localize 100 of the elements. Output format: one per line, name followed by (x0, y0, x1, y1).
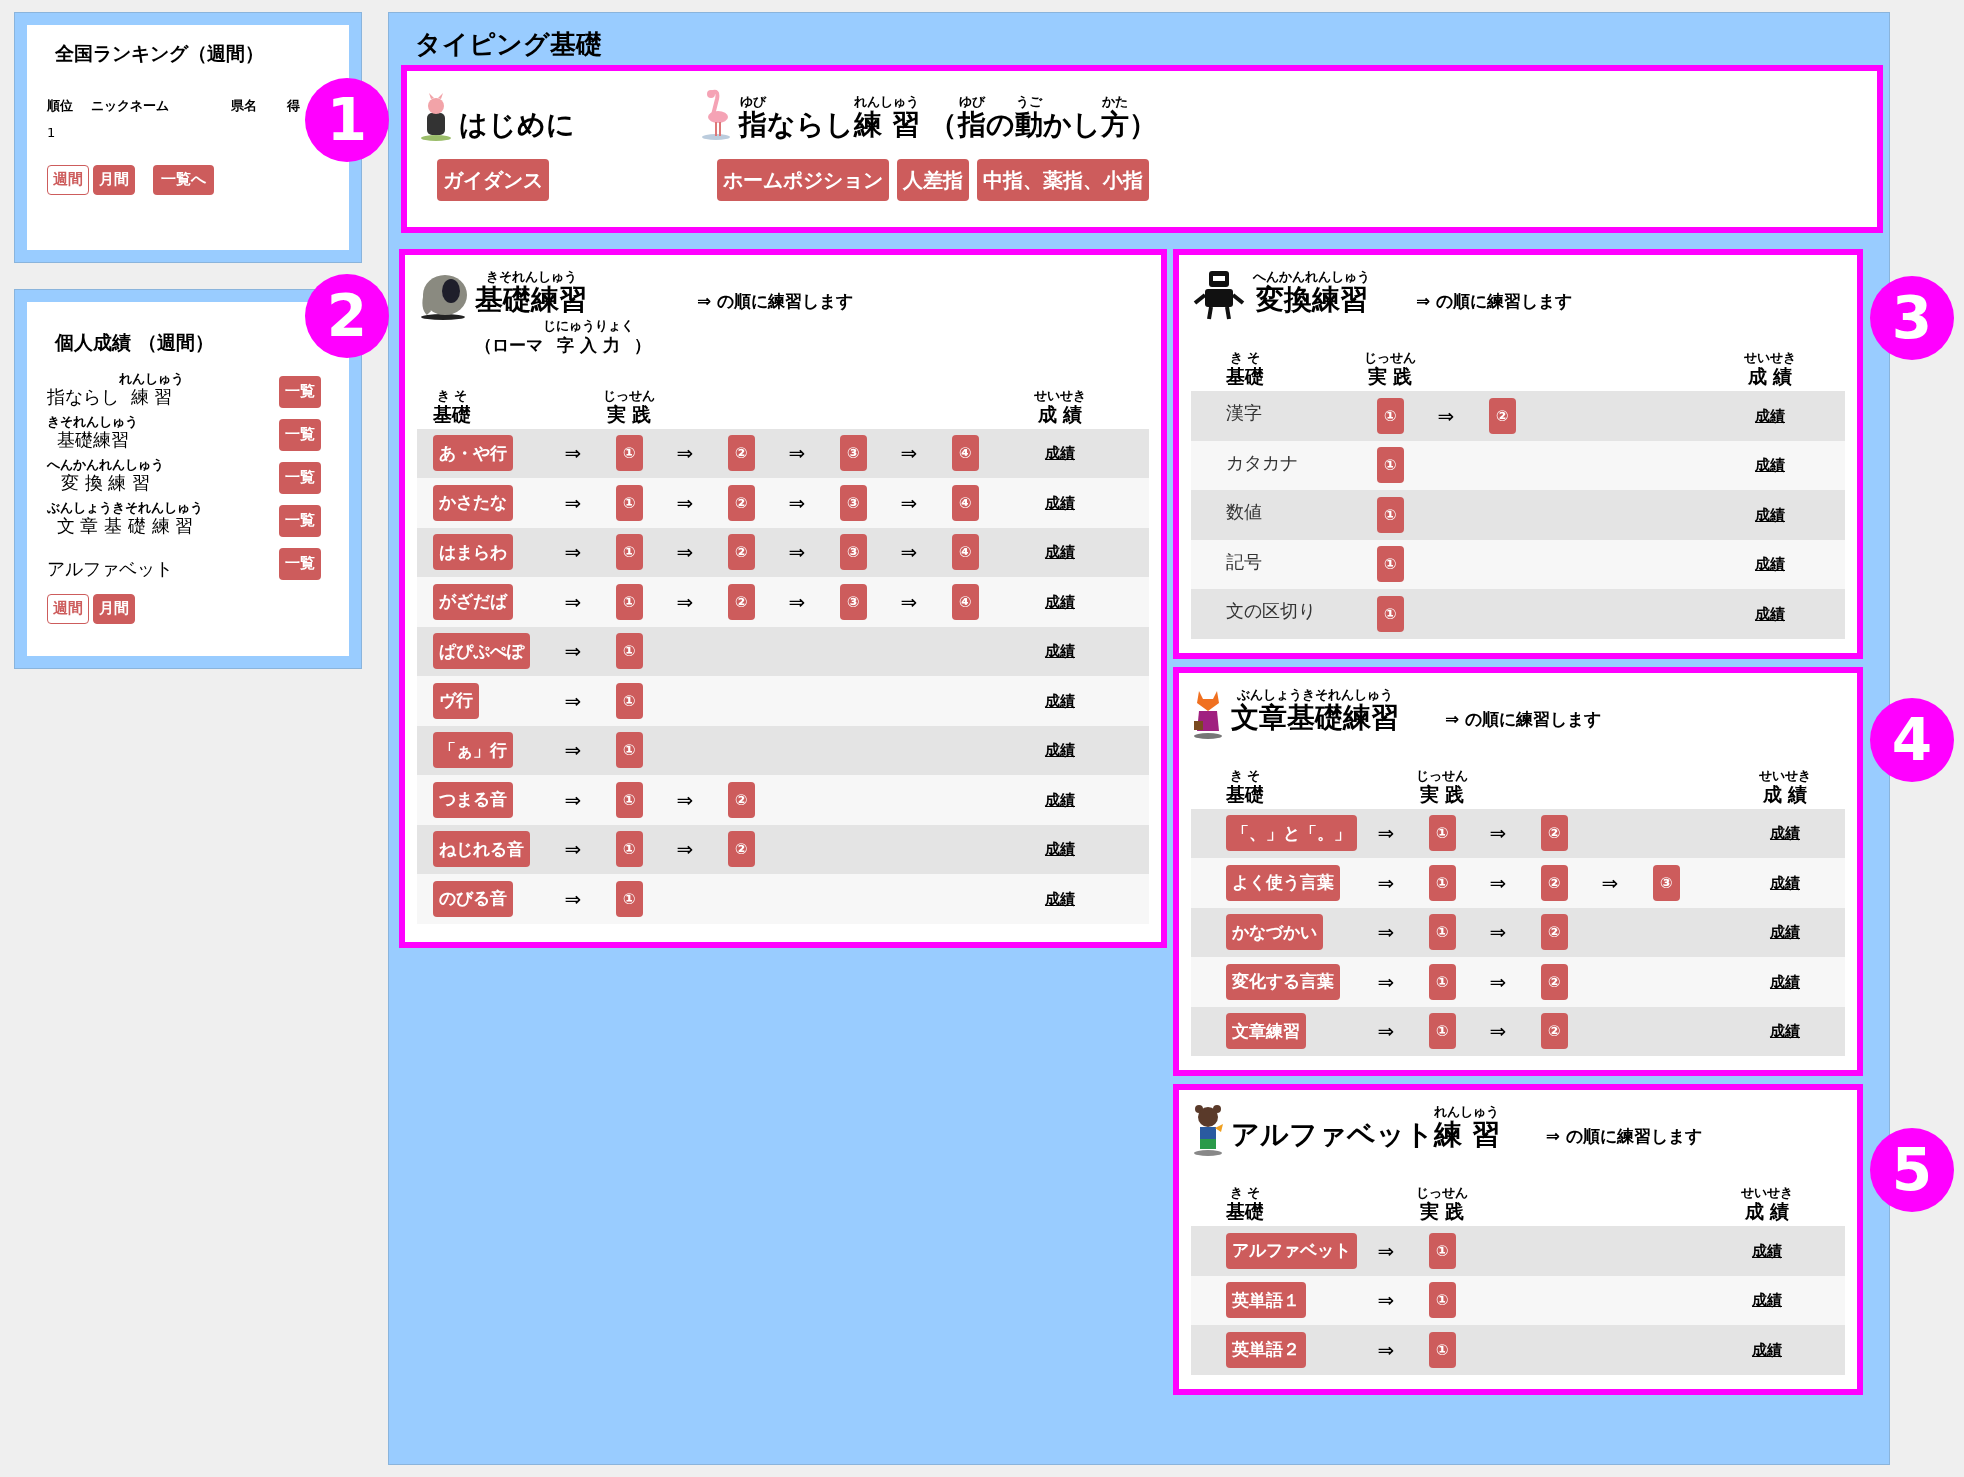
results-link[interactable]: 成績 (1770, 921, 1800, 944)
results-link[interactable]: 成績 (1045, 838, 1075, 861)
step-button[interactable]: ① (615, 880, 643, 917)
step-button[interactable]: ① (1376, 496, 1404, 533)
step-button[interactable]: ② (727, 781, 755, 818)
step-button[interactable]: ② (727, 484, 755, 521)
lesson-button[interactable]: 中指、薬指、小指 (977, 159, 1149, 201)
step-button[interactable]: ① (1428, 1013, 1456, 1050)
step-button[interactable]: ② (727, 435, 755, 472)
step-button[interactable]: ② (1540, 864, 1568, 901)
step-button[interactable]: ① (1428, 815, 1456, 852)
step-button[interactable]: ④ (951, 484, 979, 521)
step-button[interactable]: ④ (951, 534, 979, 571)
step-button[interactable]: ① (615, 484, 643, 521)
step-button[interactable]: ① (1428, 1282, 1456, 1319)
results-link[interactable]: 成績 (1755, 454, 1785, 477)
step-button[interactable]: ① (615, 781, 643, 818)
results-link[interactable]: 成績 (1752, 1239, 1782, 1262)
step-button[interactable]: ② (727, 583, 755, 620)
lesson-button[interactable]: ぱぴぷぺぽ (433, 633, 530, 670)
lesson-button[interactable]: ヴ行 (433, 682, 479, 719)
lesson-button[interactable]: あ・や行 (433, 435, 513, 472)
results-link[interactable]: 成績 (1755, 553, 1785, 576)
results-link[interactable]: 成績 (1045, 491, 1075, 514)
step-button[interactable]: ① (615, 831, 643, 868)
results-link[interactable]: 成績 (1045, 887, 1075, 910)
step-button[interactable]: ① (1428, 914, 1456, 951)
step-button[interactable]: ① (615, 682, 643, 719)
lesson-button[interactable]: 英単語２ (1226, 1331, 1306, 1368)
step-button[interactable]: ① (1376, 595, 1404, 632)
lesson-button[interactable]: つまる音 (433, 781, 513, 818)
step-button[interactable]: ① (615, 732, 643, 769)
step-button[interactable]: ① (1376, 397, 1404, 434)
results-link[interactable]: 成績 (1752, 1289, 1782, 1312)
step-button[interactable]: ③ (839, 583, 867, 620)
step-button[interactable]: ④ (951, 435, 979, 472)
step-button[interactable]: ② (1488, 397, 1516, 434)
step-button[interactable]: ① (615, 435, 643, 472)
lesson-button[interactable]: のびる音 (433, 880, 513, 917)
results-link[interactable]: 成績 (1770, 871, 1800, 894)
step-button[interactable]: ① (615, 583, 643, 620)
lesson-button[interactable]: よく使う言葉 (1226, 864, 1340, 901)
step-button[interactable]: ② (1540, 815, 1568, 852)
period-button[interactable]: 週間 (47, 593, 89, 624)
list-button[interactable]: 一覧へ (153, 164, 214, 195)
results-link[interactable]: 成績 (1045, 541, 1075, 564)
step-button[interactable]: ① (1428, 963, 1456, 1000)
step-button[interactable]: ③ (839, 484, 867, 521)
list-button[interactable]: 一覧 (279, 375, 321, 408)
step-button[interactable]: ② (1540, 963, 1568, 1000)
step-button[interactable]: ④ (951, 583, 979, 620)
lesson-button[interactable]: ホームポジション (717, 159, 889, 201)
step-button[interactable]: ② (727, 831, 755, 868)
step-button[interactable]: ① (1428, 1331, 1456, 1368)
lesson-button[interactable]: ねじれる音 (433, 831, 530, 868)
results-link[interactable]: 成績 (1755, 404, 1785, 427)
lesson-button[interactable]: はまらわ (433, 534, 513, 571)
list-button[interactable]: 一覧 (279, 547, 321, 580)
results-link[interactable]: 成績 (1045, 788, 1075, 811)
lesson-button[interactable]: 人差指 (897, 159, 969, 201)
results-link[interactable]: 成績 (1770, 970, 1800, 993)
lesson-button[interactable]: かなづかい (1226, 914, 1323, 951)
step-button[interactable]: ① (1376, 546, 1404, 583)
list-button[interactable]: 一覧 (279, 504, 321, 537)
lesson-button[interactable]: 「ぁ」行 (433, 732, 513, 769)
lesson-button[interactable]: ガイダンス (437, 159, 549, 201)
results-link[interactable]: 成績 (1045, 442, 1075, 465)
lesson-button[interactable]: 「、」と「。」 (1226, 815, 1357, 852)
step-button[interactable]: ③ (1652, 864, 1680, 901)
step-button[interactable]: ② (1540, 1013, 1568, 1050)
step-button[interactable]: ① (1428, 1232, 1456, 1269)
lesson-button[interactable]: 変化する言葉 (1226, 963, 1340, 1000)
lesson-button[interactable]: アルファベット (1226, 1232, 1357, 1269)
step-button[interactable]: ① (1428, 864, 1456, 901)
results-link[interactable]: 成績 (1045, 640, 1075, 663)
results-link[interactable]: 成績 (1045, 590, 1075, 613)
lesson-button[interactable]: 英単語１ (1226, 1282, 1306, 1319)
step-button[interactable]: ② (727, 534, 755, 571)
results-link[interactable]: 成績 (1752, 1338, 1782, 1361)
period-button[interactable]: 週間 (47, 164, 89, 195)
lesson-button[interactable]: かさたな (433, 484, 513, 521)
step-button[interactable]: ① (615, 633, 643, 670)
results-link[interactable]: 成績 (1770, 1020, 1800, 1043)
step-button[interactable]: ② (1540, 914, 1568, 951)
lesson-button[interactable]: 文章練習 (1226, 1013, 1306, 1050)
step-button[interactable]: ① (1376, 447, 1404, 484)
results-link[interactable]: 成績 (1045, 689, 1075, 712)
period-button[interactable]: 月間 (93, 593, 135, 624)
step-button[interactable]: ③ (839, 435, 867, 472)
results-link[interactable]: 成績 (1755, 503, 1785, 526)
period-button[interactable]: 月間 (93, 164, 135, 195)
results-link[interactable]: 成績 (1755, 602, 1785, 625)
list-button[interactable]: 一覧 (279, 461, 321, 494)
step-button[interactable]: ③ (839, 534, 867, 571)
results-link[interactable]: 成績 (1045, 739, 1075, 762)
step-button[interactable]: ① (615, 534, 643, 571)
arrow-text: ⇒ (1488, 919, 1508, 947)
lesson-button[interactable]: がざだば (433, 583, 513, 620)
list-button[interactable]: 一覧 (279, 418, 321, 451)
results-link[interactable]: 成績 (1770, 822, 1800, 845)
